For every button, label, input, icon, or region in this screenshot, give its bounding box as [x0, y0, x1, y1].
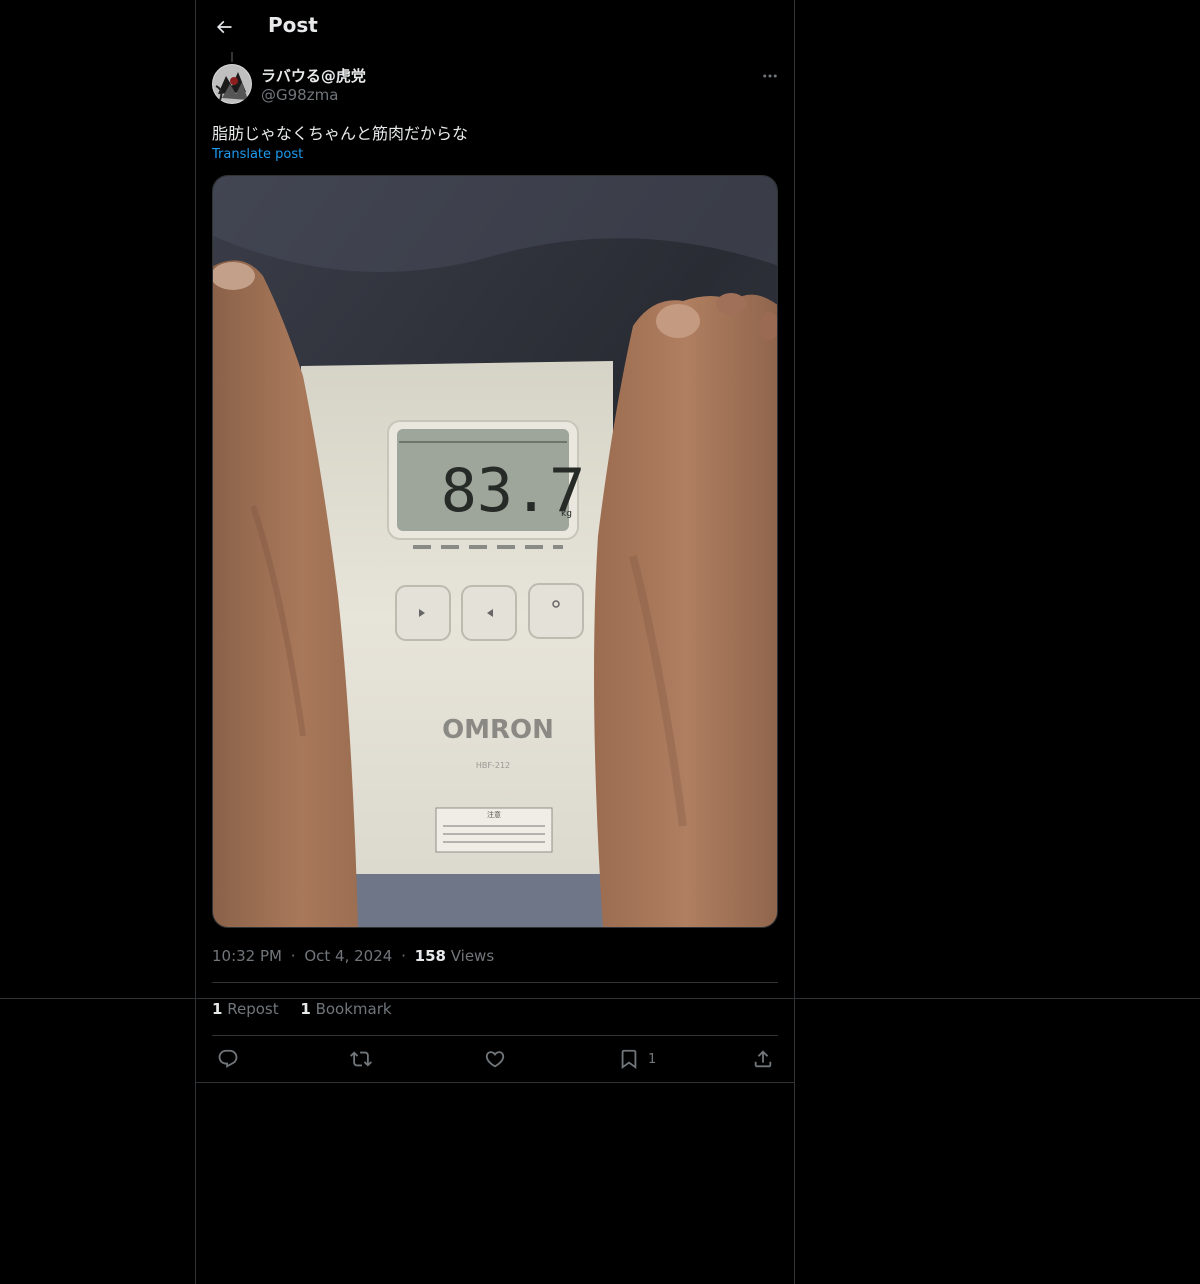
author-handle[interactable]: @G98zma: [261, 86, 338, 104]
post-time[interactable]: 10:32 PM: [212, 947, 282, 965]
scale-model: HBF-212: [476, 761, 510, 770]
like-button[interactable]: [484, 1046, 506, 1072]
scale-photo: 83.7 kg OMRON HBF-212 注意: [213, 176, 777, 927]
back-button[interactable]: [208, 11, 240, 43]
post-text: 脂肪じゃなくちゃんと筋肉だからな: [212, 124, 469, 143]
divider: [212, 982, 778, 983]
bookmarks-stat[interactable]: 1 Bookmark: [300, 1000, 391, 1018]
share-icon: [754, 1050, 772, 1068]
bookmark-button[interactable]: 1: [618, 1046, 656, 1072]
divider: [196, 1082, 794, 1083]
post-media-photo[interactable]: 83.7 kg OMRON HBF-212 注意: [212, 175, 778, 928]
thread-connector: [231, 52, 233, 62]
avatar[interactable]: [212, 64, 252, 104]
bookmarks-count: 1: [300, 1000, 311, 1018]
repost-icon: [350, 1051, 372, 1067]
reply-button[interactable]: [217, 1046, 239, 1072]
reposts-stat[interactable]: 1 Repost: [212, 1000, 283, 1018]
page-header: Post: [196, 0, 794, 54]
meta-separator: ·: [290, 947, 296, 965]
post-date[interactable]: Oct 4, 2024: [304, 947, 392, 965]
bookmarks-label: Bookmark: [315, 1000, 392, 1018]
scale-unit: kg: [561, 509, 572, 519]
scale-brand: OMRON: [442, 715, 554, 745]
reposts-label: Repost: [227, 1000, 279, 1018]
reposts-count: 1: [212, 1000, 223, 1018]
post-stats: 1 Repost 1 Bookmark: [212, 1000, 409, 1018]
translate-post-link[interactable]: Translate post: [212, 147, 303, 162]
post-meta: 10:32 PM · Oct 4, 2024 · 158 Views: [212, 947, 494, 965]
bookmark-count: 1: [648, 1051, 657, 1067]
bookmark-icon: [621, 1049, 637, 1070]
repost-button[interactable]: [350, 1046, 372, 1072]
more-button[interactable]: [756, 62, 784, 90]
scale-caution-label: 注意: [487, 810, 501, 819]
arrow-left-icon: [216, 20, 232, 34]
primary-column: Post ラバウる@虎党 @G98zma 脂肪じゃなくちゃんと筋肉だからな Tr…: [195, 0, 795, 1284]
meta-separator: ·: [401, 947, 406, 965]
heart-icon: [485, 1051, 505, 1068]
author-name[interactable]: ラバウる@虎党: [261, 65, 366, 86]
page-title: Post: [268, 13, 318, 37]
views-count: 158: [414, 947, 446, 965]
reply-icon: [218, 1049, 238, 1068]
action-bar: 1: [196, 1036, 794, 1082]
views-label: Views: [450, 947, 495, 965]
avatar-image: [212, 64, 252, 104]
share-button[interactable]: [752, 1046, 774, 1072]
more-horizontal-icon: [763, 74, 777, 78]
